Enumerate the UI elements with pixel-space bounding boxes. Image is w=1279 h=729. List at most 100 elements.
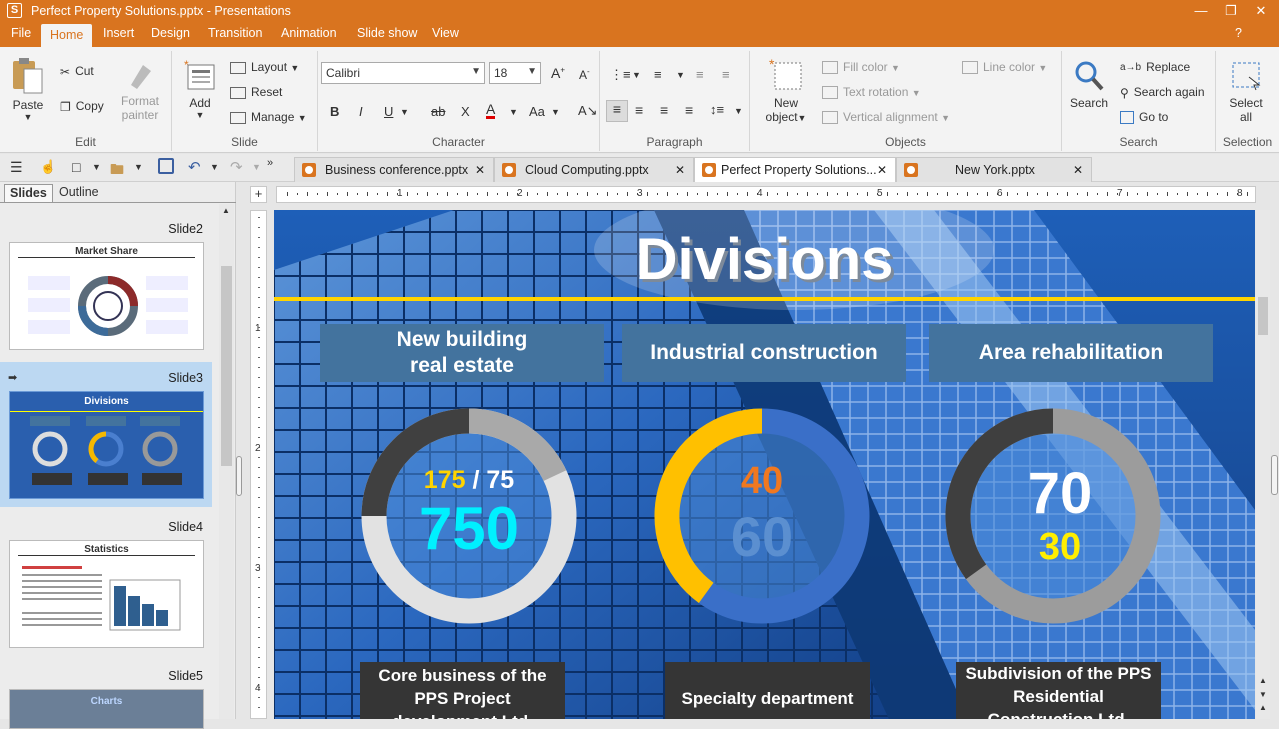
align-right-button[interactable]: ≡	[660, 102, 668, 118]
undo-dropdown[interactable]: ▼	[210, 162, 219, 172]
tab-outline[interactable]: Outline	[54, 184, 104, 202]
shrink-font-button[interactable]: A-	[579, 67, 590, 82]
bold-button[interactable]: B	[330, 104, 339, 119]
line-color-button[interactable]: Line color ▼	[962, 60, 1047, 75]
add-slide-button[interactable]: * Add ▼	[182, 58, 218, 120]
tab-slides[interactable]: Slides	[4, 184, 53, 202]
new-document-icon[interactable]: □	[72, 159, 80, 175]
tab-new-york[interactable]: New York.pptx ✕	[896, 157, 1092, 182]
vertical-alignment-button[interactable]: Vertical alignment ▼	[822, 110, 950, 125]
open-dropdown[interactable]: ▼	[134, 162, 143, 172]
menu-insert[interactable]: Insert	[103, 26, 134, 40]
cut-button[interactable]: ✂ Cut	[60, 64, 94, 79]
menu-home[interactable]: Home	[41, 24, 93, 47]
menu-transition[interactable]: Transition	[208, 26, 262, 40]
tab-business-conference[interactable]: Business conference.pptx ✕	[294, 157, 494, 182]
layout-button[interactable]: Layout ▼	[230, 60, 299, 74]
vertical-ruler[interactable]: 1 2 3 4	[250, 210, 267, 719]
redo-dropdown[interactable]: ▼	[252, 162, 261, 172]
scrollbar-thumb[interactable]	[1258, 297, 1268, 335]
touch-mode-icon[interactable]: ☝	[40, 159, 56, 175]
editor-vertical-scrollbar[interactable]: ▲ ▼ ▲	[1256, 210, 1270, 719]
copy-button[interactable]: ❐ Copy	[60, 99, 104, 114]
slide3-thumbnail[interactable]: Divisions	[9, 391, 204, 499]
underline-button[interactable]: U	[384, 104, 393, 119]
bullets-button[interactable]: ⋮≡	[610, 67, 631, 83]
format-painter-button[interactable]: Format painter	[118, 57, 162, 122]
justify-button[interactable]: ≡	[685, 102, 693, 118]
minimize-button[interactable]: —	[1187, 2, 1215, 20]
font-size-select[interactable]: 18 ▼	[489, 62, 541, 84]
scroll-up-icon[interactable]: ▲	[222, 206, 230, 215]
strikethrough-button[interactable]: ab	[431, 104, 445, 119]
font-name-select[interactable]: Calibri ▼	[321, 62, 485, 84]
select-all-button[interactable]: Select all	[1226, 57, 1266, 124]
line-spacing-button[interactable]: ↕≡	[710, 102, 724, 117]
line-spacing-dropdown[interactable]: ▼	[734, 106, 743, 116]
ruler-corner-button[interactable]: +	[250, 186, 267, 203]
right-splitter-handle[interactable]	[1271, 455, 1278, 495]
scroll-down-icon[interactable]: ▼	[1259, 690, 1267, 699]
go-to-button[interactable]: Go to	[1120, 110, 1168, 125]
menu-view[interactable]: View	[432, 26, 459, 40]
tab-cloud-computing[interactable]: Cloud Computing.pptx ✕	[494, 157, 694, 182]
scroll-up-icon[interactable]: ▲	[1259, 676, 1267, 685]
paste-button[interactable]: Paste ▼	[10, 57, 46, 122]
close-window-button[interactable]: ✕	[1247, 2, 1275, 20]
hamburger-menu-icon[interactable]: ☰	[10, 159, 23, 176]
close-tab-icon[interactable]: ✕	[675, 163, 685, 177]
clear-format-button[interactable]: Χ	[461, 104, 470, 119]
previous-page-icon[interactable]: ▲	[1259, 703, 1267, 712]
bottom-box-core-business[interactable]: Core business of the PPS Project develop…	[360, 662, 565, 719]
change-case-dropdown[interactable]: ▼	[551, 107, 560, 117]
customize-qat-icon[interactable]: »	[267, 157, 273, 169]
slide4-thumbnail[interactable]: Statistics	[9, 540, 204, 648]
horizontal-ruler[interactable]: 1 2 3 4 5 6 7 8	[276, 186, 1258, 203]
slide[interactable]: Divisions New building real estate Indus…	[274, 210, 1255, 719]
open-folder-icon[interactable]: 🖿	[110, 159, 124, 183]
numbering-dropdown[interactable]: ▼	[676, 70, 685, 80]
slide5-thumbnail[interactable]: Charts	[9, 689, 204, 729]
manage-button[interactable]: Manage ▼	[230, 110, 307, 124]
replace-button[interactable]: a→b Replace	[1120, 60, 1190, 74]
grow-font-button[interactable]: A+	[551, 65, 565, 81]
bottom-box-subdivision[interactable]: Subdivision of the PPS Residential Const…	[956, 662, 1161, 719]
search-button[interactable]: Search	[1070, 59, 1108, 110]
menu-design[interactable]: Design	[151, 26, 190, 40]
italic-button[interactable]: I	[359, 104, 363, 119]
text-effects-button[interactable]: A↘	[578, 103, 598, 119]
text-rotation-button[interactable]: Text rotation ▼	[822, 85, 921, 100]
align-left-button[interactable]: ≡	[606, 100, 628, 122]
font-color-button[interactable]: A	[486, 102, 496, 119]
slide2-thumbnail[interactable]: Market Share	[9, 242, 204, 350]
menu-animation[interactable]: Animation	[281, 26, 337, 40]
new-object-button[interactable]: * New object▼	[762, 56, 810, 124]
menu-slide-show[interactable]: Slide show	[357, 26, 417, 40]
scrollbar-thumb[interactable]	[221, 266, 232, 466]
reset-button[interactable]: Reset	[230, 85, 282, 99]
slides-panel-scrollbar[interactable]: ▲	[219, 204, 234, 719]
bottom-box-specialty[interactable]: Specialty department	[665, 662, 870, 719]
numbering-button[interactable]: ≡	[654, 67, 662, 82]
close-tab-icon[interactable]: ✕	[1073, 163, 1083, 177]
undo-icon[interactable]: ↶	[188, 158, 201, 176]
fill-color-button[interactable]: Fill color ▼	[822, 60, 900, 75]
search-again-button[interactable]: ⚲ Search again	[1120, 85, 1205, 100]
font-color-dropdown[interactable]: ▼	[509, 107, 518, 117]
menu-file[interactable]: File	[11, 26, 31, 40]
align-center-button[interactable]: ≡	[635, 102, 643, 118]
save-icon[interactable]	[158, 158, 174, 174]
maximize-button[interactable]: ❐	[1217, 2, 1245, 20]
help-button[interactable]: ?	[1235, 26, 1242, 40]
panel-splitter-handle[interactable]	[236, 456, 242, 496]
close-tab-icon[interactable]: ✕	[877, 163, 887, 177]
increase-indent-button[interactable]: ≡	[722, 67, 730, 82]
bullets-dropdown[interactable]: ▼	[632, 70, 641, 80]
tab-perfect-property-solutions[interactable]: Perfect Property Solutions... ✕	[694, 157, 896, 182]
new-document-dropdown[interactable]: ▼	[92, 162, 101, 172]
redo-icon[interactable]: ↷	[230, 158, 243, 176]
close-tab-icon[interactable]: ✕	[475, 163, 485, 177]
decrease-indent-button[interactable]: ≡	[696, 67, 704, 82]
underline-dropdown[interactable]: ▼	[400, 107, 409, 117]
change-case-button[interactable]: Aa	[529, 104, 545, 119]
